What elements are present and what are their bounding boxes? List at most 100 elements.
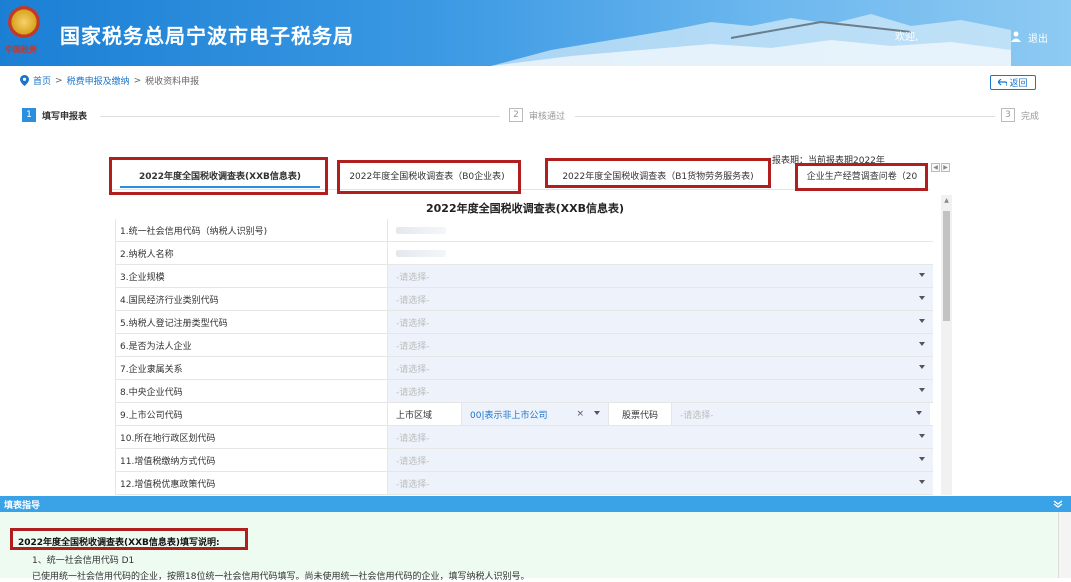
dropdown-caret-icon [919, 296, 925, 300]
guide-header[interactable]: 填表指导 [0, 496, 1071, 512]
select-field[interactable]: -请选择- [388, 288, 933, 310]
select-placeholder: -请选择- [396, 456, 430, 467]
emblem-caption: 中国税务 [5, 45, 37, 54]
step-number: 1 [22, 108, 36, 122]
dropdown-caret-icon [919, 457, 925, 461]
user-icon [1011, 31, 1021, 42]
tab-scroll-left-icon[interactable]: ◀ [931, 163, 940, 172]
select-placeholder: -请选择- [396, 479, 430, 490]
select-field[interactable]: -请选择- [388, 449, 933, 471]
field-label: 3.企业规模 [115, 265, 388, 287]
form-row: 6.是否为法人企业 -请选择- [115, 334, 933, 357]
field-label: 6.是否为法人企业 [115, 334, 388, 356]
select-placeholder: -请选择- [396, 341, 430, 352]
tax-emblem-icon [8, 6, 40, 38]
region-select[interactable]: 00|表示非上市公司 × [462, 403, 608, 425]
scroll-up-icon[interactable]: ▲ [941, 195, 952, 206]
stock-code-placeholder: -请选择- [680, 410, 714, 421]
select-field[interactable]: -请选择- [388, 426, 933, 448]
guide-title: 2022年度全国税收调查表(XXB信息表)填写说明: [18, 538, 220, 548]
field-label: 1.统一社会信用代码（纳税人识别号) [115, 219, 388, 241]
dropdown-caret-icon [919, 365, 925, 369]
dropdown-caret-icon [919, 480, 925, 484]
top-banner: 中国税务 国家税务总局宁波市电子税务局 欢迎, 退出 [0, 0, 1071, 66]
select-placeholder: -请选择- [396, 295, 430, 306]
select-placeholder: -请选择- [396, 272, 430, 283]
form-row: 4.国民经济行业类别代码 -请选择- [115, 288, 933, 311]
tab-scroll-controls: ◀ ▶ [931, 163, 950, 172]
select-placeholder: -请选择- [396, 364, 430, 375]
select-field[interactable]: -请选择- [388, 311, 933, 333]
guide-item-text: 已使用统一社会信用代码的企业，按照18位统一社会信用代码填写。尚未使用统一社会信… [32, 572, 530, 582]
dropdown-caret-icon [919, 319, 925, 323]
readonly-text-field[interactable] [388, 219, 933, 241]
breadcrumb-current: 税收资料申报 [145, 77, 200, 87]
step-1: 1 填写申报表 [22, 108, 87, 122]
guide-item-title: 1、统一社会信用代码 D1 [32, 556, 135, 566]
breadcrumb-separator: > [55, 75, 63, 86]
back-arrow-icon [998, 79, 1008, 86]
select-placeholder: -请选择- [396, 318, 430, 329]
readonly-text-field[interactable] [388, 242, 933, 264]
form-row: 3.企业规模 -请选择- [115, 265, 933, 288]
back-button[interactable]: 返回 [990, 75, 1036, 90]
region-label: 上市区域 [388, 403, 462, 425]
select-field[interactable]: -请选择- [388, 357, 933, 379]
step-divider [100, 116, 500, 117]
listed-company-field: 上市区域 00|表示非上市公司 × 股票代码 -请选择- [388, 403, 933, 425]
stock-code-select[interactable]: -请选择- [672, 403, 930, 425]
form-row: 10.所在地行政区划代码 -请选择- [115, 426, 933, 449]
collapse-chevron-icon[interactable] [1053, 499, 1063, 509]
breadcrumb-home[interactable]: 首页 [33, 74, 51, 87]
select-field[interactable]: -请选择- [388, 265, 933, 287]
breadcrumb: 首页 > 税费申报及缴纳 > 税收资料申报 [20, 74, 199, 87]
select-field[interactable]: -请选择- [388, 334, 933, 356]
step-number: 2 [509, 108, 523, 122]
form-row: 12.增值税优惠政策代码 -请选择- [115, 472, 933, 495]
great-wall-illustration [491, 14, 1011, 66]
tab-scroll-right-icon[interactable]: ▶ [941, 163, 950, 172]
step-2: 2 审核通过 [509, 108, 565, 122]
form-row: 7.企业隶属关系 -请选择- [115, 357, 933, 380]
scroll-thumb[interactable] [943, 211, 950, 321]
form-row: 5.纳税人登记注册类型代码 -请选择- [115, 311, 933, 334]
form-row: 8.中央企业代码 -请选择- [115, 380, 933, 403]
guide-header-label: 填表指导 [4, 500, 41, 511]
step-label: 审核通过 [529, 111, 566, 122]
step-divider [575, 116, 995, 117]
dropdown-caret-icon [919, 388, 925, 392]
select-placeholder: -请选择- [396, 433, 430, 444]
field-label: 9.上市公司代码 [115, 403, 388, 425]
form-row: 9.上市公司代码 上市区域 00|表示非上市公司 × 股票代码 -请选择- [115, 403, 933, 426]
field-label: 8.中央企业代码 [115, 380, 388, 402]
highlight-box [795, 163, 928, 191]
form-scrollbar[interactable]: ▲ [941, 195, 952, 495]
step-3: 3 完成 [1001, 108, 1039, 122]
select-field[interactable]: -请选择- [388, 380, 933, 402]
redacted-value [396, 249, 446, 257]
location-pin-icon [20, 75, 29, 86]
guide-scrollbar[interactable] [1058, 512, 1071, 578]
redacted-value [396, 226, 446, 234]
listed-company-group: 上市区域 00|表示非上市公司 × 股票代码 -请选择- [388, 403, 930, 425]
select-field[interactable]: -请选择- [388, 472, 933, 494]
highlight-box [545, 158, 771, 188]
field-label: 11.增值税缴纳方式代码 [115, 449, 388, 471]
dropdown-caret-icon [916, 411, 922, 415]
back-button-label: 返回 [1009, 79, 1028, 89]
breadcrumb-tax-filing[interactable]: 税费申报及缴纳 [67, 74, 130, 87]
clear-icon[interactable]: × [576, 409, 584, 419]
xxb-info-form: 1.统一社会信用代码（纳税人识别号) 2.纳税人名称 3.企业规模 -请选择- 4.国民… [115, 219, 933, 495]
logout-link[interactable]: 退出 [1028, 30, 1048, 45]
dropdown-caret-icon [919, 342, 925, 346]
highlight-box [109, 157, 328, 195]
form-title: 2022年度全国税收调查表(XXB信息表) [425, 202, 624, 215]
dropdown-caret-icon [594, 411, 600, 415]
site-title: 国家税务总局宁波市电子税务局 [60, 24, 354, 48]
form-row: 2.纳税人名称 [115, 242, 933, 265]
field-label: 2.纳税人名称 [115, 242, 388, 264]
field-label: 12.增值税优惠政策代码 [115, 472, 388, 494]
step-number: 3 [1001, 108, 1015, 122]
dropdown-caret-icon [919, 434, 925, 438]
field-label: 4.国民经济行业类别代码 [115, 288, 388, 310]
